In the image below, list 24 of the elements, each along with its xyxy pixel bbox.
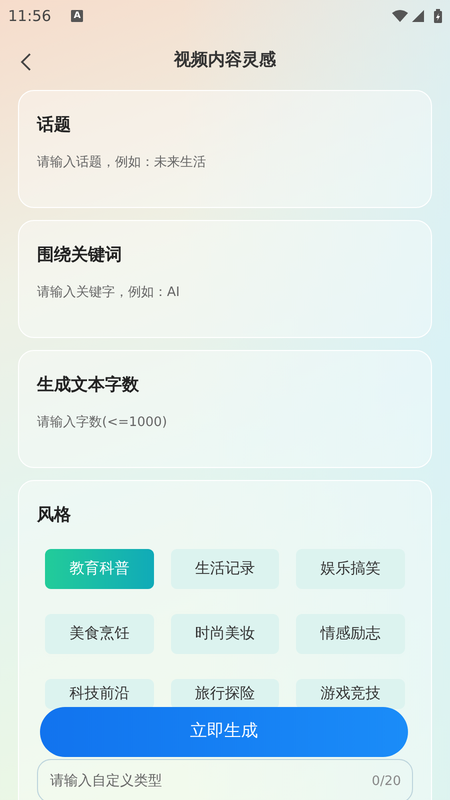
style-chip[interactable]: 游戏竞技 xyxy=(296,678,405,708)
input-field[interactable]: 请输入关键字，例如：AI xyxy=(37,282,413,302)
back-icon xyxy=(20,52,32,72)
signal-icon xyxy=(412,10,424,22)
status-time: 11:56 xyxy=(8,6,52,27)
field-label: 围绕关键词 xyxy=(37,244,123,267)
field-label: 生成文本字数 xyxy=(37,374,140,397)
style-chip[interactable]: 美食烹饪 xyxy=(45,614,154,654)
style-chip[interactable]: 旅行探险 xyxy=(170,678,280,708)
field-label: 风格 xyxy=(37,504,72,527)
field-label: 话题 xyxy=(37,114,72,137)
battery-icon xyxy=(434,9,442,23)
page-title: 视频内容灵感 xyxy=(174,49,276,72)
generate-button[interactable]: 立即生成 xyxy=(40,707,408,757)
style-chip[interactable]: 情感励志 xyxy=(296,614,405,654)
character-counter: 0/20 xyxy=(372,772,401,790)
style-chip[interactable]: 娱乐搞笑 xyxy=(296,548,405,588)
wifi-icon xyxy=(392,10,408,22)
style-chip[interactable]: 时尚美妆 xyxy=(170,614,280,654)
input-field[interactable]: 请输入字数(<=1000) xyxy=(37,412,413,432)
style-chip[interactable]: 生活记录 xyxy=(170,548,280,588)
input-field[interactable]: 请输入话题，例如：未来生活 xyxy=(37,152,413,172)
notification-icon: A xyxy=(71,10,84,22)
style-chip[interactable]: 科技前沿 xyxy=(45,678,154,708)
